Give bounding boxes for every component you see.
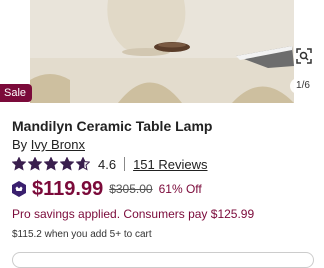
brand-row: By Ivy Bronx xyxy=(12,137,85,152)
reviews-link[interactable]: 151 Reviews xyxy=(133,157,207,172)
rating-value: 4.6 xyxy=(98,156,117,172)
rating-row[interactable]: 4.6 151 Reviews xyxy=(12,156,208,172)
brand-link[interactable]: Ivy Bronx xyxy=(31,137,85,152)
product-image-carousel[interactable]: 1/6 Sale xyxy=(0,0,324,103)
visual-search-icon xyxy=(296,48,312,64)
rating-divider xyxy=(124,157,126,171)
option-selector[interactable] xyxy=(12,252,314,268)
by-label: By xyxy=(12,137,28,152)
original-price: $305.00 xyxy=(109,182,153,196)
sale-badge: Sale xyxy=(0,84,33,102)
star-icon xyxy=(44,157,58,171)
pro-savings-note: Pro savings applied. Consumers pay $125.… xyxy=(12,207,255,221)
price-row: $119.99 $305.00 61% Off xyxy=(12,176,202,202)
star-icon xyxy=(60,157,74,171)
product-image xyxy=(0,0,324,103)
star-icon xyxy=(12,157,26,171)
star-rating xyxy=(12,157,92,171)
product-title: Mandilyn Ceramic Table Lamp xyxy=(12,118,213,134)
visual-search-button[interactable] xyxy=(294,46,314,66)
sale-price: $119.99 xyxy=(32,177,104,200)
bulk-price-note: $115.2 when you add 5+ to cart xyxy=(12,229,152,240)
discount-label: 61% Off xyxy=(158,182,202,196)
pro-badge-icon xyxy=(12,181,26,197)
image-counter: 1/6 xyxy=(290,78,316,94)
star-icon xyxy=(28,157,42,171)
star-icon xyxy=(76,157,90,171)
